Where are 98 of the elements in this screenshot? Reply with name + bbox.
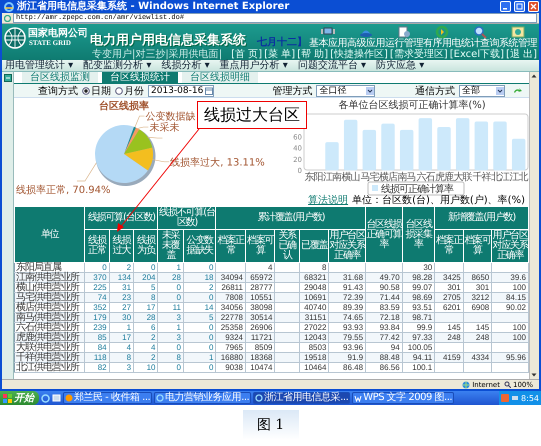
axis-label: 千祥 [472, 172, 490, 183]
axis-label: 虎鹿 [435, 172, 453, 183]
axis-label: 横山 [342, 172, 360, 183]
tab[interactable]: 台区线损监测 [22, 72, 98, 83]
column-header: 单位 [14, 206, 85, 262]
header-link[interactable]: [快捷操作区] [330, 49, 388, 60]
start-button[interactable]: 开始 [0, 391, 39, 405]
system-title: 电力用户用电信息采集系统 [90, 33, 246, 48]
header-link[interactable]: [帮 助] [297, 49, 328, 60]
column-header: 台区线损正确可算率 [366, 206, 402, 262]
management-select[interactable]: 全口径 [316, 84, 376, 96]
header-link[interactable]: [Excel下载] [450, 49, 504, 60]
menu-item[interactable]: 用电管理统计 ▾ [5, 60, 74, 71]
unit-name: 北江供电营业所 [14, 362, 85, 372]
window-title: 浙江省用电信息采集系统 - Windows Internet Explorer [17, 0, 290, 13]
count-link[interactable]: 82 [84, 362, 110, 372]
count-link[interactable]: 0 [183, 362, 216, 372]
units-note: 单位：台区数(台)、用户数(户)、率(%) [352, 196, 525, 206]
unit-name: 千祥供电营业所 [14, 352, 85, 362]
count-link[interactable]: 0 [158, 362, 184, 372]
axis-label: 江南 [323, 172, 341, 183]
menu-item[interactable]: 问题交流平台 ▾ [298, 60, 366, 71]
column-header: 公变数据缺失 [183, 230, 216, 262]
column-header: 已覆盖 [299, 230, 329, 262]
module-button[interactable]: 基本应用 [309, 24, 347, 49]
unit-name: 南马供电营业所 [14, 312, 85, 322]
table-cell: 10474 [245, 362, 275, 372]
axis-label: 江北 [510, 172, 528, 183]
axis-label: 六石 [416, 172, 434, 183]
slice-label: 未采未 [149, 122, 180, 134]
callout-label: 线损过大台区 [197, 101, 307, 129]
column-group-header: 累计覆盖(用户数) [216, 206, 366, 230]
field-label: 查询方式 [38, 84, 78, 98]
column-header: 线损过大 [109, 230, 134, 262]
table-cell: 86.56 [366, 362, 402, 372]
header-link[interactable]: [菜 单] [264, 49, 296, 60]
column-group-header: 新增覆盖(用户数) [434, 206, 528, 230]
clock: 8:54 [521, 394, 539, 402]
taskbar-button[interactable]: WPS 文字 2009 图... [352, 392, 454, 404]
taskbar-button[interactable]: 电力营销业务应用... [154, 392, 252, 404]
unit-name: 马宅供电营业所 [14, 292, 85, 302]
table-cell: 10464 [299, 362, 329, 372]
radio-label: 日期 [91, 84, 111, 98]
logo-text: 国家电网公司 [28, 29, 88, 39]
column-header: 未采未覆盖 [158, 230, 184, 262]
column-header: 关系已确认 [274, 230, 300, 262]
legend-label: 线损可正确计算率 [381, 184, 453, 195]
menu-item[interactable]: 防灾应急 ▾ [376, 60, 424, 71]
axis-label: 南马 [398, 172, 416, 183]
axis-label: 横店 [379, 172, 397, 183]
comm-select[interactable]: 全部 [458, 84, 505, 96]
radio-label: 月份 [124, 84, 144, 98]
module-button[interactable]: 系统管理 [499, 24, 537, 49]
table-cell: 9038 [216, 362, 246, 372]
count-link[interactable]: 3 [109, 362, 134, 372]
column-header: 用户台区对应关系正确率 [328, 230, 366, 262]
unit-name: 江南供电营业所 [14, 272, 85, 282]
figure-caption: 图 1 [256, 416, 284, 434]
column-header: 档案可算 [463, 230, 492, 262]
menu-item[interactable]: 重点用户分析 ▾ [220, 60, 288, 71]
slice-label: 线损率正常, 70.94% [16, 185, 110, 196]
header-link[interactable]: [需求受理区] [390, 49, 448, 60]
taskbar-button[interactable]: 浙江省用电信息采... [253, 392, 350, 404]
taskbar-button[interactable]: 郑兰民 - 收件箱 ... [63, 392, 152, 404]
tab[interactable]: 台区线损明细 [182, 72, 258, 83]
module-button[interactable]: 运行管理 [385, 24, 423, 49]
field-label: 管理方式 [272, 84, 312, 98]
axis-label: 东阳 [304, 172, 322, 183]
unit-name: 虎鹿供电营业所 [14, 332, 85, 342]
table-cell: 86.48 [328, 362, 366, 372]
table-cell: 100.1 [402, 362, 435, 372]
chart-title: 各单位台区线损可正确计算率(%) [338, 100, 486, 111]
module-button[interactable]: 统计查询 [461, 24, 499, 49]
column-header: 用户台区对应关系正确率 [492, 230, 528, 262]
slice-label: 公变数据缺 [146, 112, 196, 123]
column-header: 档案正常 [216, 230, 246, 262]
column-header: 线损为负 [134, 230, 158, 262]
header-link[interactable]: [首 页] [231, 49, 262, 60]
column-group-header: 线损不可算(台区数) [158, 206, 216, 230]
column-header: 线损正常 [84, 230, 110, 262]
menu-item[interactable]: 线损分析 ▾ [161, 60, 210, 71]
subtitle: 专变用户|对三抄|采用供电面| [92, 49, 222, 60]
date-field[interactable]: 2013-08-16 [148, 84, 214, 96]
field-label: 通信方式 [414, 84, 455, 98]
header-link[interactable]: [退 出] [506, 49, 537, 60]
method-link[interactable]: 算法说明 [308, 196, 348, 206]
date-note: 七月十二】 [256, 37, 307, 48]
axis-label: 北江 [491, 172, 509, 183]
axis-label: 大联 [454, 172, 472, 183]
chart-title: 台区线损率 [99, 101, 149, 112]
module-button[interactable]: 高级应用 [347, 24, 385, 49]
axis-label: 马宅 [360, 172, 378, 183]
menu-item[interactable]: 配变监测分析 ▾ [83, 60, 152, 71]
count-link[interactable]: 10 [134, 362, 158, 372]
module-button[interactable]: 有序用电 [423, 24, 461, 49]
column-header: 台区线损采集率 [402, 206, 435, 262]
column-header: 档案正常 [434, 230, 464, 262]
column-header: 档案可算 [245, 230, 275, 262]
